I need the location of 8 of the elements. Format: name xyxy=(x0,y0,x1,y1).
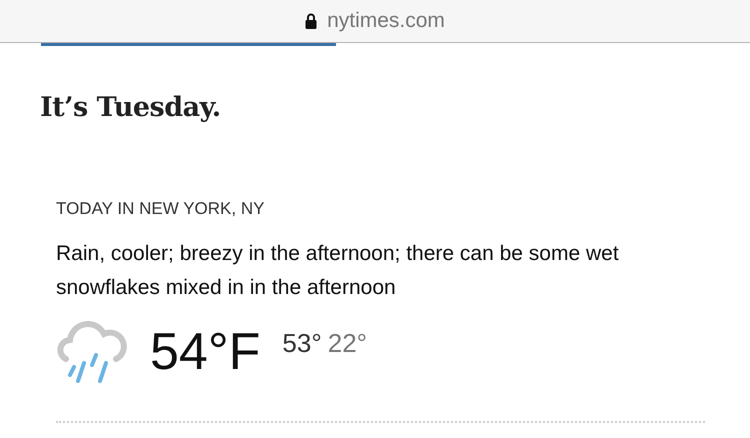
url-text: nytimes.com xyxy=(327,9,445,33)
low-temperature: 22° xyxy=(328,328,368,358)
temperature: 54°F xyxy=(150,322,260,382)
heading: It’s Tuesday. xyxy=(40,92,222,123)
high-temperature: 53° xyxy=(282,328,322,358)
location-label: TODAY IN NEW YORK, NY xyxy=(56,199,266,219)
address-bar[interactable]: nytimes.com xyxy=(0,0,750,43)
forecast-text: Rain, cooler; breezy in the afternoon; there can be some wet snowflakes mixed in in the afternoon xyxy=(56,241,620,301)
